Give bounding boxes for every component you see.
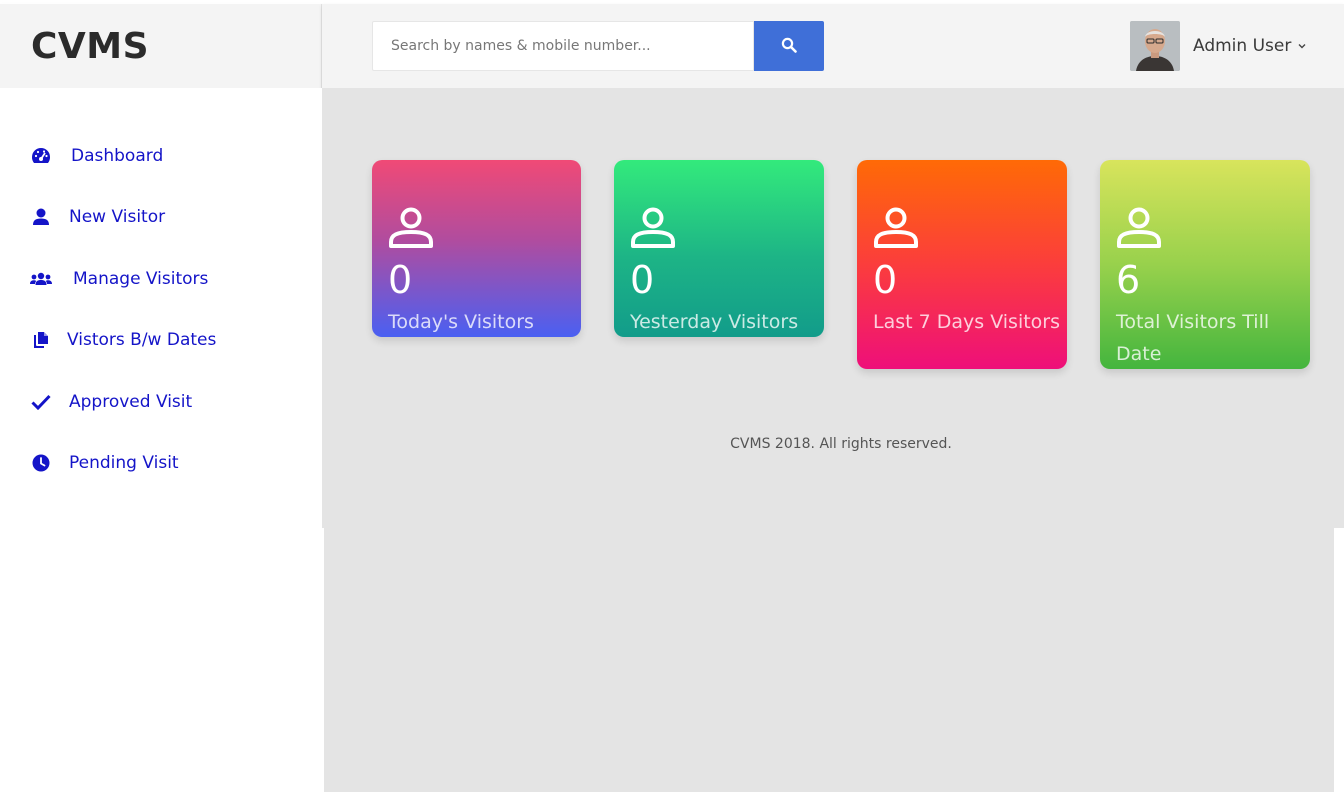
person-icon [872,204,920,256]
search-form [372,21,824,71]
sidebar-item-label: Approved Visit [69,392,193,412]
user-icon [30,206,52,228]
stat-label: Yesterday Visitors [630,311,799,333]
stat-count: 0 [388,258,413,302]
stat-card-today[interactable]: 0 Today's Visitors [372,160,581,337]
person-icon [1115,204,1163,256]
brand-bar: CVMS [0,4,322,88]
sidebar-item-approved-visit[interactable]: Approved Visit [30,388,192,416]
search-icon [781,37,797,56]
footer-copyright: CVMS 2018. All rights reserved. [730,436,952,452]
stat-count: 0 [630,258,655,302]
sidebar-item-visitors-between-dates[interactable]: Vistors B/w Dates [30,326,216,354]
person-icon [629,204,677,256]
stat-card-total[interactable]: 6 Total Visitors Till Date [1100,160,1310,369]
clock-icon [30,452,52,474]
sidebar-item-manage-visitors[interactable]: Manage Visitors [30,265,208,293]
brand-logo[interactable]: CVMS [31,26,149,67]
main-content: 0 Today's Visitors 0 Yesterday Visitors … [322,88,1344,528]
sidebar-item-label: New Visitor [69,207,166,227]
users-icon [30,268,52,290]
search-input[interactable] [372,21,754,71]
sidebar-item-label: Vistors B/w Dates [67,330,217,350]
user-menu[interactable]: Admin User [1130,21,1307,71]
top-header: Admin User [322,4,1344,88]
app-root: CVMS Admin Us [0,0,1344,792]
stat-card-last-7-days[interactable]: 0 Last 7 Days Visitors [857,160,1067,369]
sidebar: Dashboard New Visitor Manage Visitors Vi… [0,88,322,792]
sidebar-item-label: Pending Visit [69,453,179,473]
stat-count: 0 [873,258,898,302]
chevron-down-icon[interactable] [1297,41,1307,51]
avatar[interactable] [1130,21,1180,71]
stat-label: Today's Visitors [388,311,534,333]
sidebar-item-label: Manage Visitors [73,269,209,289]
sidebar-item-label: Dashboard [71,146,164,166]
sidebar-item-dashboard[interactable]: Dashboard [30,142,163,170]
content-background [324,528,1334,792]
search-button[interactable] [754,21,824,71]
person-icon [387,204,435,256]
sidebar-item-pending-visit[interactable]: Pending Visit [30,449,179,477]
check-icon [30,391,52,413]
stat-label: Total Visitors Till Date [1116,311,1270,365]
sidebar-item-new-visitor[interactable]: New Visitor [30,203,165,231]
dashboard-icon [30,145,52,167]
stat-card-yesterday[interactable]: 0 Yesterday Visitors [614,160,824,337]
stat-label: Last 7 Days Visitors [873,311,1061,333]
stat-count: 6 [1116,258,1141,302]
files-icon [30,329,52,351]
user-name[interactable]: Admin User [1193,36,1291,56]
